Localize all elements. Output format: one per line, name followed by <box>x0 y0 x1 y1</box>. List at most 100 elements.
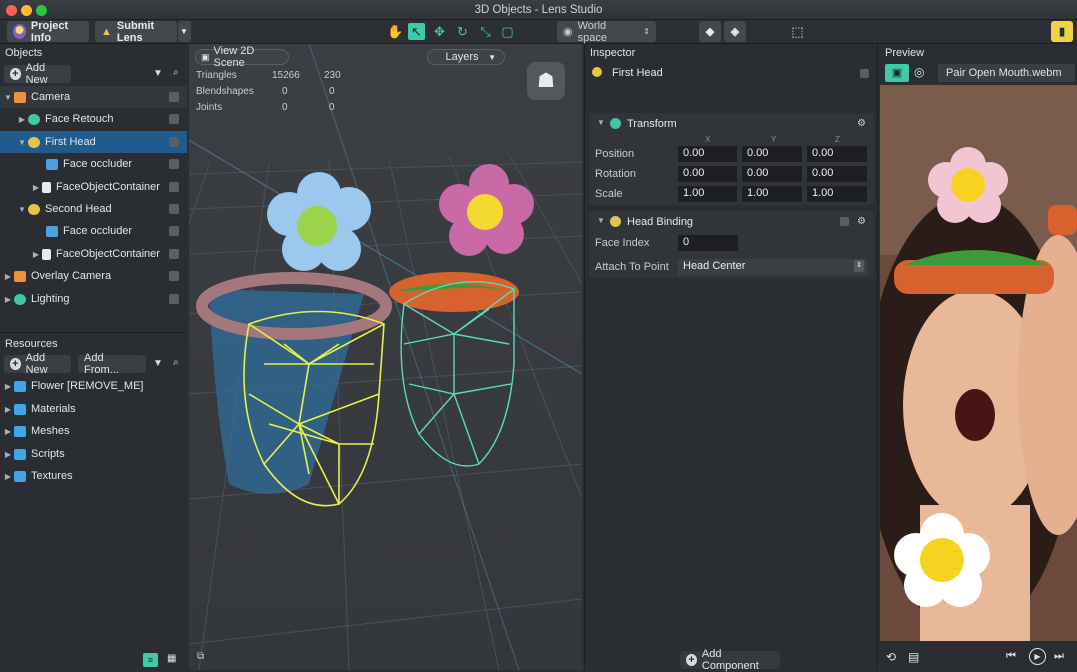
objects-panel: Objects + Add New ▼ ⌕ ▼ Camera ▶ Face Re… <box>0 44 187 331</box>
cursor-preview-icon[interactable]: ⬚ <box>789 23 806 40</box>
scene-canvas <box>189 44 582 670</box>
scene-viewport[interactable]: ▣ View 2D Scene Layers ▼ Triangles 15266… <box>189 44 582 670</box>
transform-icon <box>610 118 621 129</box>
rotate-camera-icon[interactable]: ⟲ <box>886 650 896 664</box>
view-2d-scene-button[interactable]: ▣ View 2D Scene <box>195 45 289 69</box>
preview-viewport[interactable] <box>880 85 1077 641</box>
attach-to-point-select[interactable]: Head Center ⇕ <box>678 259 867 275</box>
visibility-checkbox[interactable] <box>169 294 179 304</box>
visibility-checkbox[interactable] <box>169 182 179 192</box>
camera-icon <box>14 270 26 282</box>
search-icon[interactable]: ⌕ <box>173 67 179 78</box>
tree-item-label: FaceObjectContainer <box>56 248 160 260</box>
visibility-checkbox[interactable] <box>169 159 179 169</box>
visibility-checkbox[interactable] <box>169 249 179 259</box>
face-index-field[interactable]: 0 <box>678 235 738 251</box>
tree-item-face-occluder[interactable]: Face occluder <box>0 220 187 242</box>
position-y-field[interactable]: 0.00 <box>742 146 802 162</box>
updown-icon: ⇕ <box>854 260 864 272</box>
search-icon[interactable]: ⌕ <box>173 357 179 368</box>
select-tool-icon[interactable]: ↖ <box>408 23 425 40</box>
tree-item-face-object-container[interactable]: ▶ FaceObjectContainer <box>0 176 187 198</box>
visibility-checkbox[interactable] <box>169 92 179 102</box>
space-selector[interactable]: ◉ World space ⇕ <box>557 20 656 44</box>
layers-dropdown[interactable]: Layers ▼ <box>427 49 505 65</box>
rect-tool-icon[interactable]: ▢ <box>499 23 516 40</box>
collapse-icon[interactable]: ▼ <box>597 118 605 127</box>
enabled-checkbox[interactable] <box>860 69 869 78</box>
skip-back-icon[interactable]: ⏮ <box>1006 650 1016 663</box>
rotation-x-field[interactable]: 0.00 <box>678 166 737 182</box>
rotation-y-field[interactable]: 0.00 <box>742 166 802 182</box>
view-2d-label: View 2D Scene <box>213 45 255 69</box>
tree-item-face-object-container[interactable]: ▶ FaceObjectContainer <box>0 243 187 265</box>
grid-view-icon[interactable]: ▦ <box>167 653 179 667</box>
mesh-icon <box>46 225 58 237</box>
stat-label-triangles: Triangles <box>196 70 237 81</box>
preview-title: Preview <box>885 47 925 59</box>
resource-folder-scripts[interactable]: ▶ Scripts <box>0 443 187 465</box>
gear-icon[interactable]: ⚙ <box>857 216 866 227</box>
position-z-field[interactable]: 0.00 <box>807 146 867 162</box>
stat-value: 230 <box>324 70 341 81</box>
move-tool-icon[interactable]: ✥ <box>431 23 448 40</box>
tree-item-face-occluder[interactable]: Face occluder <box>0 153 187 175</box>
head-binding-icon <box>28 136 40 148</box>
resource-folder-materials[interactable]: ▶ Materials <box>0 398 187 420</box>
hand-tool-icon[interactable]: ✋ <box>387 23 404 40</box>
visibility-checkbox[interactable] <box>169 271 179 281</box>
tree-item-overlay-camera[interactable]: ▶ Overlay Camera <box>0 265 187 287</box>
tree-item-first-head[interactable]: ▼ First Head <box>0 131 187 153</box>
enabled-checkbox[interactable] <box>840 217 849 226</box>
list-view-icon[interactable]: ≡ <box>143 653 158 667</box>
resource-folder-textures[interactable]: ▶ Textures <box>0 465 187 487</box>
submit-lens-button[interactable]: ▲ Submit Lens <box>95 20 177 44</box>
title-bar: 3D Objects - Lens Studio <box>0 0 1077 20</box>
rotate-tool-icon[interactable]: ↻ <box>454 23 471 40</box>
camera-icon <box>14 91 26 103</box>
device-pair-button[interactable]: ▮ <box>1051 21 1073 42</box>
snap-add-icon: ◈ <box>730 26 740 38</box>
resource-folder-flower[interactable]: ▶ Flower [REMOVE_ME] <box>0 375 187 397</box>
tree-item-label: FaceObjectContainer <box>56 181 160 193</box>
preview-mode-icon[interactable]: ▣ <box>885 64 909 82</box>
collapse-icon[interactable]: ▼ <box>597 216 605 225</box>
gear-icon[interactable]: ⚙ <box>857 118 866 129</box>
add-component-button[interactable]: + Add Component <box>680 648 780 672</box>
filter-icon[interactable]: ▼ <box>153 358 163 369</box>
filter-icon[interactable]: ▼ <box>153 68 163 79</box>
snap-a-button[interactable]: ◆ <box>699 21 721 42</box>
resource-folder-meshes[interactable]: ▶ Meshes <box>0 420 187 442</box>
tree-item-second-head[interactable]: ▼ Second Head <box>0 198 187 220</box>
stat-value: 0 <box>282 86 288 97</box>
visibility-checkbox[interactable] <box>169 204 179 214</box>
visibility-checkbox[interactable] <box>169 137 179 147</box>
scale-z-field[interactable]: 1.00 <box>807 186 867 202</box>
skip-forward-icon[interactable]: ⏭ <box>1054 650 1064 663</box>
visibility-checkbox[interactable] <box>169 226 179 236</box>
snapchat-ghost-icon[interactable]: ☗ <box>527 62 565 100</box>
rotation-z-field[interactable]: 0.00 <box>807 166 867 182</box>
preview-media-select[interactable]: Pair Open Mouth.webm <box>938 64 1075 82</box>
scale-y-field[interactable]: 1.00 <box>742 186 802 202</box>
scale-x-field[interactable]: 1.00 <box>678 186 737 202</box>
add-resource-button[interactable]: + Add New <box>4 352 71 376</box>
scale-tool-icon[interactable]: ⤡ <box>477 23 494 40</box>
submit-dropdown-button[interactable]: ▼ <box>178 21 191 42</box>
object-name: First Head <box>612 67 663 79</box>
device-preview-icon[interactable]: ▤ <box>908 650 919 664</box>
corner-resize-icon[interactable]: ⧉ <box>197 651 204 662</box>
visibility-checkbox[interactable] <box>169 114 179 124</box>
snap-b-button[interactable]: ◈ <box>724 21 746 42</box>
add-from-button[interactable]: Add From... <box>78 352 146 376</box>
play-icon[interactable]: ▶ <box>1029 648 1046 665</box>
webcam-icon[interactable]: ◎ <box>914 65 930 81</box>
flower-pot <box>894 260 1054 294</box>
tree-item-camera[interactable]: ▼ Camera <box>0 86 187 108</box>
folder-icon <box>14 380 26 392</box>
project-info-button[interactable]: Project Info <box>7 20 89 44</box>
tree-item-face-retouch[interactable]: ▶ Face Retouch <box>0 108 187 130</box>
position-x-field[interactable]: 0.00 <box>678 146 737 162</box>
tree-item-lighting[interactable]: ▶ Lighting <box>0 288 187 310</box>
add-object-button[interactable]: + Add New <box>4 62 71 86</box>
